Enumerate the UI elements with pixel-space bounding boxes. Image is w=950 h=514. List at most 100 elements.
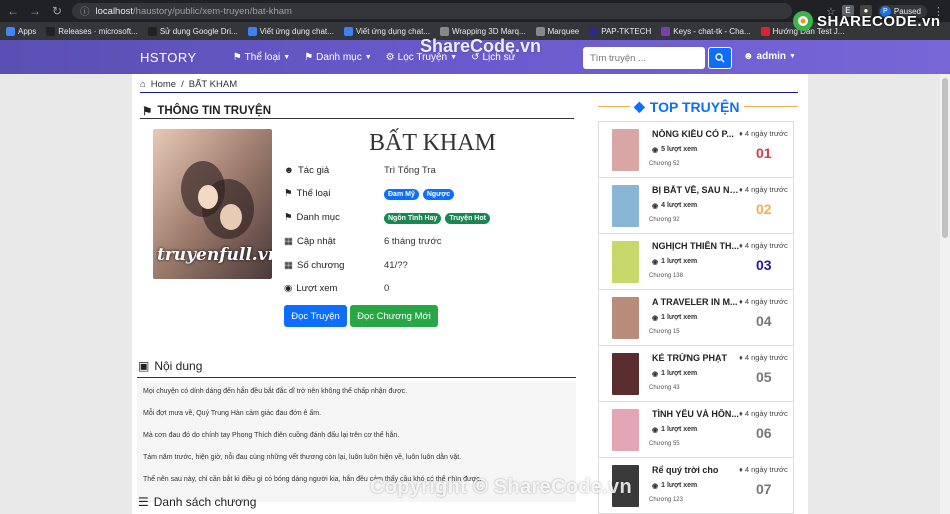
category-tag[interactable]: Truyện Hot: [445, 213, 490, 224]
forward-icon[interactable]: →: [28, 4, 42, 18]
top-story-item[interactable]: KẺ TRỪNG PHẠT ♦ 4 ngày trước ◉ 1 lượt xem Chư…: [599, 346, 793, 402]
bookmark-favicon-icon: [760, 26, 770, 36]
divider: [140, 92, 798, 93]
nav-danh-muc[interactable]: ⚑ Danh mục ▼: [304, 52, 371, 63]
story-chapter[interactable]: Chương 123: [649, 497, 683, 503]
bookmark-item[interactable]: Releases · microsoft...: [46, 26, 138, 36]
watermark-bottom: Copyright © ShareCode.vn: [370, 476, 632, 498]
content-paragraph: Mỗi đợt mưa về, Quý Trung Hàn cảm giác đ…: [143, 410, 322, 417]
search-button[interactable]: [708, 47, 732, 69]
story-thumbnail[interactable]: [612, 409, 639, 451]
tag-icon: ⚑: [284, 188, 293, 199]
tags-icon: ⚑: [304, 51, 314, 63]
read-new-button[interactable]: Đọc Chương Mới: [350, 305, 438, 327]
story-rank: 06: [756, 425, 772, 441]
breadcrumb: ⌂ Home / BẤT KHAM: [140, 79, 238, 90]
site-brand[interactable]: HSTORY: [140, 50, 197, 65]
bookmark-item[interactable]: Viết ứng dụng chat...: [247, 26, 334, 36]
story-rank: 03: [756, 257, 772, 273]
content-section-title: ▣ Nội dung: [138, 359, 203, 373]
views-label: ◉ Lượt xem: [284, 283, 338, 294]
bookmark-item[interactable]: Sử dụng Google Dri...: [147, 26, 238, 36]
story-chapter[interactable]: Chương 15: [649, 329, 680, 335]
eye-icon: ◉: [652, 371, 659, 378]
author-value[interactable]: Trì Tổng Tra: [384, 165, 436, 176]
story-chapter[interactable]: Chương 52: [649, 161, 680, 167]
category-tag[interactable]: Ngôn Tình Hay: [384, 213, 442, 224]
story-name[interactable]: A TRAVELER IN M...: [652, 297, 740, 307]
story-chapter[interactable]: Chương 43: [649, 385, 680, 391]
bookmark-favicon-icon: [343, 26, 353, 36]
story-thumbnail[interactable]: [612, 297, 639, 339]
story-chapter[interactable]: Chương 55: [649, 441, 680, 447]
eye-icon: ◉: [652, 315, 659, 322]
story-thumbnail[interactable]: [612, 185, 639, 227]
story-views: ◉ 5 lượt xem: [652, 146, 698, 154]
bookmark-item[interactable]: Marquee: [535, 26, 579, 36]
story-views: ◉ 1 lượt xem: [652, 426, 698, 434]
author-label: ☻ Tác giả: [284, 165, 330, 176]
bookmark-item[interactable]: Wrapping 3D Marq...: [439, 26, 526, 36]
top-story-item[interactable]: NỒNG KIỀU CÓ P... ♦ 4 ngày trước ◉ 5 lượt xe…: [599, 122, 793, 178]
genre-tag[interactable]: Ngược: [422, 189, 455, 200]
content-paragraph: Tám năm trước, hiện giờ, nỗi đau cùng nh…: [143, 454, 462, 461]
home-icon: ⌂: [140, 79, 146, 90]
page-scrollbar[interactable]: [940, 74, 950, 514]
bookmark-favicon-icon: [439, 26, 449, 36]
story-page: ⌂ Home / BẤT KHAM ⚑ THÔNG TIN TRUYỆN tru…: [132, 74, 808, 514]
top-stories-title: ◆ TOP TRUYỆN: [630, 98, 744, 115]
bell-icon: ♦: [739, 409, 743, 418]
top-story-item[interactable]: BỊ BẮT VỀ, SAU NÀ... ♦ 4 ngày trước ◉ 4 lượt…: [599, 178, 793, 234]
reload-icon[interactable]: ↻: [50, 4, 64, 18]
story-name[interactable]: NGHỊCH THIÊN TH...: [652, 241, 740, 251]
divider: [140, 118, 574, 119]
story-thumbnail[interactable]: [612, 129, 639, 171]
story-views: ◉ 1 lượt xem: [652, 482, 698, 490]
story-name[interactable]: NỒNG KIỀU CÓ P...: [652, 129, 740, 139]
eye-icon: ◉: [652, 427, 659, 434]
bookmark-favicon-icon: [147, 26, 157, 36]
sharecode-logo: SHARECODE.vn: [792, 10, 941, 32]
bookmark-favicon-icon: [535, 26, 545, 36]
nav-the-loai[interactable]: ⚑ Thể loại ▼: [233, 52, 290, 63]
story-name[interactable]: Rể quý trời cho: [652, 465, 740, 475]
story-chapter[interactable]: Chương 92: [649, 217, 680, 223]
chapter-list-title: ☰ Danh sách chương: [138, 495, 257, 509]
breadcrumb-home[interactable]: Home: [151, 79, 176, 90]
story-name[interactable]: KẺ TRỪNG PHẠT: [652, 353, 740, 363]
read-button[interactable]: Đọc Truyện: [284, 305, 347, 327]
bell-icon: ♦: [739, 129, 743, 138]
eye-icon: ◉: [284, 283, 293, 294]
bookmark-item[interactable]: Apps: [6, 26, 36, 36]
story-thumbnail[interactable]: [612, 353, 639, 395]
story-chapter[interactable]: Chương 138: [649, 273, 683, 279]
bell-icon: ♦: [739, 465, 743, 474]
top-story-item[interactable]: NGHỊCH THIÊN TH... ♦ 4 ngày trước ◉ 1 lượt x…: [599, 234, 793, 290]
book-icon: ▣: [138, 359, 150, 373]
story-time: ♦ 4 ngày trước: [739, 185, 788, 194]
bookmark-item[interactable]: PAP-TKTECH: [589, 26, 651, 36]
breadcrumb-current: BẤT KHAM: [188, 79, 238, 90]
bookmark-item[interactable]: Keys - chat-tk - Cha...: [661, 26, 751, 36]
user-menu[interactable]: ☻ admin ▼: [743, 51, 796, 62]
scroll-thumb[interactable]: [942, 78, 948, 238]
address-bar[interactable]: ⓘ localhost/haustory/public/xem-truyen/b…: [72, 3, 792, 19]
top-story-item[interactable]: TÌNH YÊU VÀ HÔN... ♦ 4 ngày trước ◉ 1 lượt x…: [599, 402, 793, 458]
bookmark-item[interactable]: Viết ứng dụng chat...: [343, 26, 430, 36]
calendar-icon: ▦: [284, 236, 293, 247]
story-rank: 05: [756, 369, 772, 385]
bell-icon: ♦: [739, 297, 743, 306]
story-name[interactable]: TÌNH YÊU VÀ HÔN...: [652, 409, 740, 419]
top-story-item[interactable]: A TRAVELER IN M... ♦ 4 ngày trước ◉ 1 lượt x…: [599, 290, 793, 346]
tag-icon: ⚑: [142, 106, 153, 118]
watermark-top: ShareCode.vn: [420, 36, 542, 56]
back-icon[interactable]: ←: [6, 4, 20, 18]
story-thumbnail[interactable]: [612, 241, 639, 283]
search-input[interactable]: [583, 47, 705, 69]
url-path: /haustory/public/xem-truyen/bat-kham: [133, 5, 292, 17]
story-name[interactable]: BỊ BẮT VỀ, SAU NÀ...: [652, 185, 740, 195]
genre-label: ⚑ Thể loại: [284, 188, 331, 199]
genre-tag[interactable]: Đam Mỹ: [384, 189, 419, 200]
story-time: ♦ 4 ngày trước: [739, 409, 788, 418]
story-cover: truyenfull.vn: [153, 129, 272, 279]
